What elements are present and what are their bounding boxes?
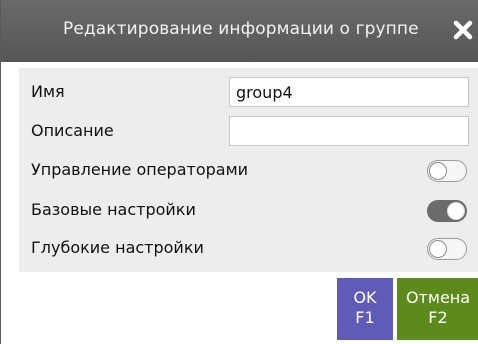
description-input[interactable]: [229, 116, 469, 146]
ok-button-label: OK: [353, 288, 377, 307]
cancel-button-hotkey: F2: [428, 308, 448, 327]
toggle-knob: [447, 202, 465, 220]
ok-button-hotkey: F1: [355, 308, 375, 327]
advanced-settings-toggle-row: Глубокие настройки: [19, 232, 478, 264]
operators-toggle[interactable]: [427, 160, 467, 182]
operators-toggle-label: Управление операторами: [31, 160, 249, 179]
basic-settings-toggle[interactable]: [427, 200, 467, 222]
name-row: Имя: [19, 76, 478, 108]
name-label: Имя: [31, 82, 65, 101]
toggle-knob: [429, 162, 447, 180]
dialog-titlebar: Редактирование информации о группе: [1, 0, 478, 62]
name-input[interactable]: [229, 77, 469, 107]
operators-toggle-row: Управление операторами: [19, 154, 478, 186]
description-label: Описание: [31, 121, 114, 140]
cancel-button-label: Отмена: [405, 288, 471, 307]
ok-button[interactable]: OK F1: [337, 278, 393, 340]
basic-settings-toggle-label: Базовые настройки: [31, 200, 196, 219]
cancel-button[interactable]: Отмена F2: [397, 278, 478, 340]
form-panel: Имя Описание Управление операторами Базо…: [19, 68, 478, 272]
advanced-settings-toggle[interactable]: [427, 238, 467, 260]
dialog-title: Редактирование информации о группе: [63, 19, 419, 39]
close-icon: [453, 20, 473, 40]
toggle-knob: [429, 240, 447, 258]
advanced-settings-toggle-label: Глубокие настройки: [31, 238, 204, 257]
edit-group-dialog: Редактирование информации о группе Имя О…: [0, 0, 478, 344]
basic-settings-toggle-row: Базовые настройки: [19, 194, 478, 226]
close-button[interactable]: [449, 16, 477, 44]
description-row: Описание: [19, 115, 478, 147]
